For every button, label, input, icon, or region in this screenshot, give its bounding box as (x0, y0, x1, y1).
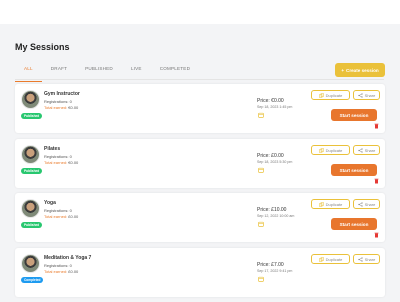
calendar-icon[interactable] (258, 167, 264, 173)
registrations: Registrations: 0 (44, 154, 72, 159)
duplicate-button[interactable]: Duplicate (311, 199, 350, 209)
calendar-icon[interactable] (258, 112, 264, 118)
price: Price: €0.00 (257, 98, 284, 104)
tab-draft[interactable]: DRAFT (42, 64, 76, 78)
session-card: Meditation & Yoga 7 Registrations: 0 Tot… (15, 248, 385, 297)
avatar (21, 199, 40, 218)
status-badge: Published (21, 168, 43, 174)
session-datetime: Sep 12, 2022 10:00 am (257, 214, 295, 218)
session-title: Yoga (44, 200, 56, 206)
registrations: Registrations: 0 (44, 263, 72, 268)
share-button[interactable]: Share (353, 199, 380, 209)
copy-icon (318, 256, 324, 262)
trash-icon[interactable] (374, 178, 379, 184)
copy-icon (318, 92, 324, 98)
duplicate-button[interactable]: Duplicate (311, 145, 350, 155)
price: Price: £10.00 (257, 207, 287, 213)
tab-completed[interactable]: COMPLETED (151, 64, 199, 78)
share-button[interactable]: Share (353, 90, 380, 100)
share-icon (358, 147, 363, 153)
start-session-button[interactable]: Start session (331, 164, 377, 176)
total-earned: Total earned: €0.00 (44, 105, 79, 110)
start-session-button[interactable]: Start session (331, 109, 377, 121)
status-badge: Published (21, 113, 43, 119)
calendar-icon[interactable] (258, 221, 264, 227)
avatar (21, 90, 40, 109)
registrations: Registrations: 0 (44, 208, 72, 213)
copy-icon (318, 201, 324, 207)
duplicate-button[interactable]: Duplicate (311, 254, 350, 264)
share-icon (358, 256, 363, 262)
tab-live[interactable]: LIVE (122, 64, 151, 78)
session-title: Pilates (44, 146, 61, 152)
tab-all[interactable]: ALL (15, 64, 42, 82)
tabs-divider (15, 79, 384, 80)
total-earned: Total earned: £0.00 (44, 214, 79, 219)
session-datetime: Sep 18, 2023 1:45 pm (257, 105, 293, 109)
trash-icon[interactable] (374, 232, 379, 238)
copy-icon (318, 147, 324, 153)
calendar-icon[interactable] (258, 276, 264, 282)
page-title: My Sessions (15, 42, 70, 52)
session-datetime: Sep 17, 2022 9:41 pm (257, 269, 293, 273)
session-card: Pilates Registrations: 0 Total earned: €… (15, 139, 385, 188)
total-earned: Total earned: €0.00 (44, 160, 79, 165)
total-earned: Total earned: £0.00 (44, 269, 79, 274)
session-card: Yoga Registrations: 0 Total earned: £0.0… (15, 193, 385, 242)
share-button[interactable]: Share (353, 145, 380, 155)
top-bar (0, 0, 400, 24)
create-session-button[interactable]: + Create session (335, 63, 385, 77)
session-tabs: ALL DRAFT PUBLISHED LIVE COMPLETED (15, 64, 199, 82)
status-badge: Published (21, 222, 43, 228)
share-button[interactable]: Share (353, 254, 380, 264)
avatar (21, 145, 40, 164)
share-icon (358, 92, 363, 98)
registrations: Registrations: 0 (44, 99, 72, 104)
trash-icon[interactable] (374, 123, 379, 129)
price: Price: £7.00 (257, 262, 284, 268)
avatar (21, 254, 40, 273)
create-session-label: Create session (346, 67, 379, 73)
price: Price: £0.00 (257, 153, 284, 159)
plus-icon: + (341, 67, 344, 73)
session-title: Meditation & Yoga 7 (44, 255, 92, 261)
status-badge: Completed (21, 277, 44, 283)
session-title: Gym Instructor (44, 91, 80, 97)
tab-published[interactable]: PUBLISHED (76, 64, 122, 78)
session-card: Gym Instructor Registrations: 0 Total ea… (15, 84, 385, 133)
duplicate-button[interactable]: Duplicate (311, 90, 350, 100)
session-datetime: Sep 18, 2023 5:30 pm (257, 160, 293, 164)
share-icon (358, 201, 363, 207)
start-session-button[interactable]: Start session (331, 218, 377, 230)
